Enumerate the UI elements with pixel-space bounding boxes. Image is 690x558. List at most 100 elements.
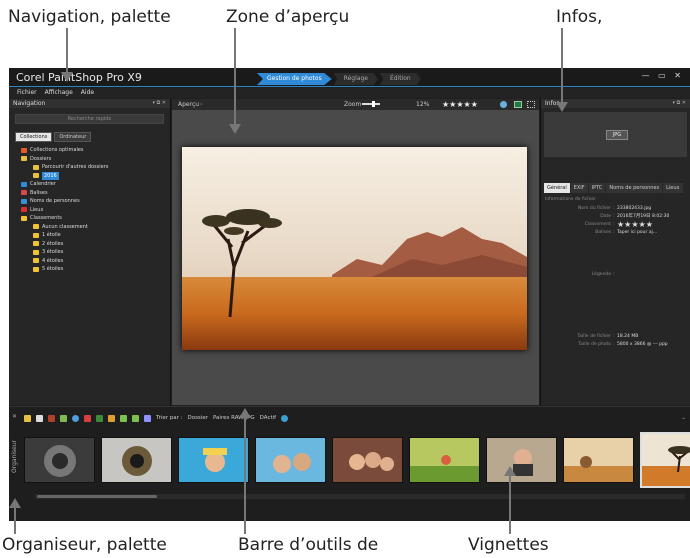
- preview-rating[interactable]: ★★★★★: [442, 99, 478, 110]
- zoom-slider[interactable]: [362, 103, 380, 105]
- tree-item-label: 4 étoiles: [42, 257, 64, 264]
- tab-adjust[interactable]: Réglage: [333, 73, 378, 85]
- tree-item-label: 2 étoiles: [42, 240, 64, 247]
- callout-infos: Infos,: [556, 7, 603, 27]
- preview-toolbar: Aperçu › Zoom 12% ★★★★★: [172, 99, 539, 110]
- tab-edit[interactable]: Édition: [379, 73, 421, 85]
- person-icon[interactable]: [72, 414, 79, 422]
- tree-item[interactable]: 4 étoiles: [19, 257, 170, 266]
- rotate-right-icon[interactable]: [132, 414, 139, 422]
- zoom-label: Zoom: [344, 101, 362, 108]
- thumbnail[interactable]: [255, 437, 326, 483]
- grid-view-icon[interactable]: [527, 101, 535, 108]
- panel-controls-icon[interactable]: ▾ ⧉ ✕: [153, 99, 166, 108]
- navigation-header: Navigation ▾ ⧉ ✕: [9, 99, 170, 108]
- folder-icon: [33, 173, 39, 179]
- tree-item[interactable]: Noms de personnes: [19, 197, 170, 206]
- tree-item[interactable]: Lieux: [19, 206, 170, 215]
- tag-icon[interactable]: [144, 414, 151, 422]
- info-field-label: Nom du fichier :: [577, 206, 614, 211]
- chevron-down-icon[interactable]: ⌄: [681, 412, 686, 424]
- menu-file[interactable]: Fichier: [17, 88, 37, 98]
- fix-icon[interactable]: [60, 414, 67, 422]
- sort-dropdown[interactable]: Dossier: [187, 412, 208, 424]
- star-icon: [33, 241, 39, 247]
- brush-icon[interactable]: [48, 414, 55, 422]
- print-icon[interactable]: [108, 414, 115, 422]
- rotate-left-icon[interactable]: [120, 414, 127, 422]
- menu-view[interactable]: Affichage: [45, 88, 73, 98]
- panel-controls-icon[interactable]: ▾ ⧉ ✕: [673, 99, 686, 108]
- thumbnail[interactable]: [101, 437, 172, 483]
- organizer-toolbar: Trier par : Dossier Paires RAW/JPG DActi…: [24, 412, 686, 424]
- chevron-right-icon[interactable]: ›: [200, 99, 202, 110]
- tree-item[interactable]: 1 étoile: [19, 231, 170, 240]
- star-icon: [21, 215, 27, 221]
- menu-help[interactable]: Aide: [81, 88, 94, 98]
- tree-item-label: Calendrier: [30, 181, 56, 187]
- thumbnail-selected[interactable]: [640, 432, 690, 488]
- info-field-label: Classement :: [584, 222, 614, 227]
- info-palette: Infos ▾ ⧉ ✕ JPG Général EXIF IPTC Noms de p…: [540, 99, 690, 405]
- tree-item[interactable]: Balises: [19, 189, 170, 198]
- collection-tree: Collections optimales Dossiers Parcourir d…: [9, 146, 170, 274]
- tree-item-label: Aucun classement: [42, 223, 88, 230]
- scrollbar-thumb[interactable]: [37, 495, 157, 498]
- thumbnail[interactable]: [24, 437, 95, 483]
- tree-item[interactable]: 2 étoiles: [19, 240, 170, 249]
- tree-item[interactable]: 2016: [19, 171, 170, 180]
- tree-item-label: Dossiers: [30, 155, 52, 162]
- window-controls[interactable]: — ▭ ✕: [642, 71, 684, 80]
- tree-item[interactable]: Parcourir d'autres dossiers: [19, 163, 170, 172]
- tree-item[interactable]: Collections optimales: [19, 146, 170, 155]
- tab-manage[interactable]: Gestion de photos: [257, 73, 332, 85]
- info-field-row: Balises : Taper ici pour aj...: [541, 229, 690, 237]
- thumbnail[interactable]: [332, 437, 403, 483]
- info-field-label: Taille de fichier :: [577, 334, 614, 339]
- callout-arrow: [61, 28, 73, 82]
- tree-item-label: 3 étoiles: [42, 249, 64, 255]
- info-tab[interactable]: Général: [544, 183, 570, 193]
- info-field-value: 5800 x 3866 @ --- ppp: [617, 342, 668, 347]
- tree-item[interactable]: 3 étoiles: [19, 248, 170, 257]
- thumbnail-scrollbar[interactable]: [35, 494, 685, 499]
- select-all-icon[interactable]: [24, 414, 31, 422]
- info-tab[interactable]: IPTC: [588, 183, 606, 193]
- tree-item[interactable]: Calendrier: [19, 180, 170, 189]
- info-field-value[interactable]: Taper ici pour aj...: [617, 229, 657, 237]
- info-tabs: Général EXIF IPTC Noms de personnes Lieux: [544, 183, 687, 193]
- close-icon[interactable]: ✕: [12, 413, 17, 420]
- export-icon[interactable]: [96, 414, 103, 422]
- tree-item[interactable]: Dossiers: [19, 155, 170, 164]
- navigation-title: Navigation: [13, 100, 46, 107]
- info-tab[interactable]: Noms de personnes: [606, 183, 663, 193]
- view-mode-icon[interactable]: [36, 414, 43, 422]
- info-icon[interactable]: [281, 414, 289, 422]
- zoom-slider-handle[interactable]: [372, 101, 375, 107]
- tree-item[interactable]: 5 étoiles: [19, 265, 170, 274]
- tree-item[interactable]: Classements: [19, 214, 170, 223]
- callout-arrow: [556, 28, 568, 112]
- thumbnail[interactable]: [409, 437, 480, 483]
- active-filter[interactable]: DActif: [260, 412, 276, 424]
- quick-search-input[interactable]: Recherche rapide: [15, 114, 164, 124]
- single-view-icon[interactable]: [514, 101, 522, 108]
- info-tab[interactable]: Lieux: [663, 183, 683, 193]
- globe-icon[interactable]: [500, 101, 507, 108]
- calendar-icon: [21, 181, 27, 187]
- share-icon[interactable]: [84, 414, 91, 422]
- star-icon: [33, 249, 39, 255]
- tree-item[interactable]: Aucun classement: [19, 223, 170, 232]
- tree-item-label: 2016: [42, 171, 59, 180]
- thumbnail[interactable]: [486, 437, 557, 483]
- thumbnail[interactable]: [563, 437, 634, 483]
- info-tab[interactable]: EXIF: [570, 183, 588, 193]
- info-field-label: Balises :: [595, 230, 614, 235]
- info-fields: Nom du fichier :233802433.jpg Date :2016年…: [541, 205, 690, 349]
- tab-collections[interactable]: Collections: [15, 132, 53, 142]
- tab-computer[interactable]: Ordinateur: [54, 132, 92, 142]
- info-thumbnail: JPG: [544, 112, 687, 157]
- callout-arrow: [9, 498, 21, 534]
- title-bar: Corel PaintShop Pro X9 Gestion de photos…: [9, 68, 690, 87]
- thumbnail[interactable]: [178, 437, 249, 483]
